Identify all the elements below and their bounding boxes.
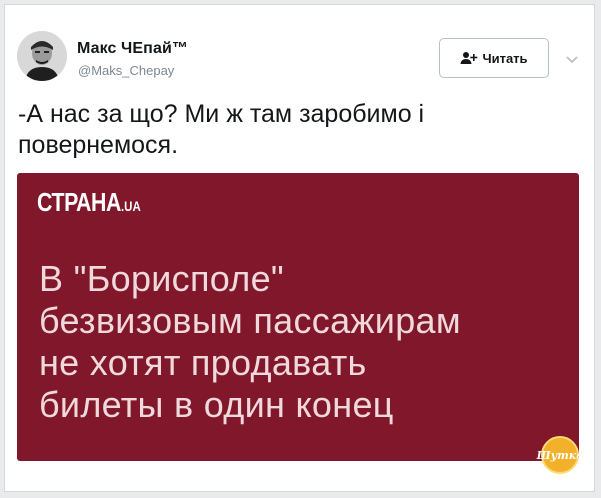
brand-name: СТРАНА	[37, 187, 121, 217]
avatar-portrait-icon	[17, 31, 67, 81]
chevron-down-icon[interactable]	[565, 52, 579, 64]
media-headline: В "Борисполе" безвизовым пассажирам не х…	[39, 258, 579, 426]
avatar[interactable]	[17, 31, 67, 81]
brand-suffix: .UA	[120, 198, 141, 214]
author-handle[interactable]: @Maks_Chepay	[78, 63, 174, 78]
tweet-text-line: повернемося.	[18, 131, 179, 159]
watermark-logo: Шутка	[537, 436, 583, 474]
tweet-text-line: -А нас за що? Ми ж там заробимо і	[18, 100, 425, 128]
headline-line: не хотят продавать	[39, 342, 367, 383]
headline-line: безвизовым пассажирам	[39, 300, 461, 341]
author-name[interactable]: Макс ЧЕпай™	[77, 40, 188, 58]
headline-line: В "Борисполе"	[39, 258, 285, 299]
headline-line: билеты в один конец	[39, 384, 394, 425]
add-user-icon	[460, 51, 478, 65]
follow-button-label: Читать	[482, 50, 528, 66]
media-brand-logo: СТРАНА.UA	[37, 187, 141, 218]
tweet-text: -А нас за що? Ми ж там заробимо і поверн…	[18, 99, 578, 161]
follow-button[interactable]: Читать	[439, 38, 549, 78]
tweet-media-image[interactable]: СТРАНА.UA В "Борисполе" безвизовым пасса…	[17, 173, 579, 461]
